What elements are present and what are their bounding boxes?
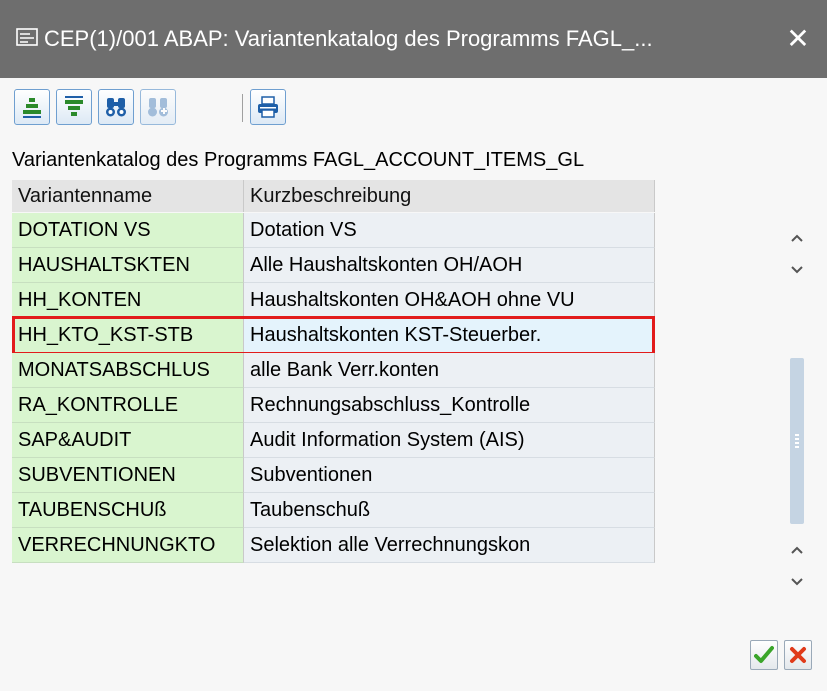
variant-name-cell[interactable]: RA_KONTROLLE (12, 388, 244, 423)
sort-ascending-button[interactable] (14, 89, 50, 125)
description-cell[interactable]: Haushaltskonten KST-Steuerber. (244, 318, 655, 353)
description-cell[interactable]: Rechnungsabschluss_Kontrolle (244, 388, 655, 423)
sort-descending-icon (65, 96, 83, 116)
column-header-short-description[interactable]: Kurzbeschreibung (244, 180, 655, 212)
description-cell[interactable]: Haushaltskonten OH&AOH ohne VU (244, 283, 655, 318)
title-bar: CEP(1)/001 ABAP: Variantenkatalog des Pr… (0, 0, 827, 78)
variant-name-cell[interactable]: MONATSABSCHLUS (12, 353, 244, 388)
description-cell[interactable]: alle Bank Verr.konten (244, 353, 655, 388)
find-button[interactable] (98, 89, 134, 125)
variant-name-cell[interactable]: HH_KONTEN (12, 283, 244, 318)
variant-name-cell[interactable]: HH_KTO_KST-STB (12, 318, 244, 353)
description-cell[interactable]: Alle Haushaltskonten OH/AOH (244, 248, 655, 283)
toolbar-separator (242, 94, 243, 122)
variant-name-cell[interactable]: DOTATION VS (12, 213, 244, 248)
scroll-page-up-icon[interactable] (780, 534, 814, 564)
window-menu-icon[interactable] (16, 28, 38, 46)
window-title: CEP(1)/001 ABAP: Variantenkatalog des Pr… (44, 26, 653, 51)
sort-descending-button[interactable] (56, 89, 92, 125)
catalog-caption: Variantenkatalog des Programms FAGL_ACCO… (12, 149, 585, 171)
empty-column-area (655, 212, 783, 600)
find-icon (106, 98, 126, 117)
description-cell[interactable]: Subventionen (244, 458, 655, 493)
variant-name-cell[interactable]: VERRECHNUNGKTO (12, 528, 244, 563)
grip-icon (795, 434, 799, 448)
scroll-bottom-icon[interactable] (780, 566, 814, 596)
description-cell[interactable]: Taubenschuß (244, 493, 655, 528)
variant-name-cell[interactable]: HAUSHALTSKTEN (12, 248, 244, 283)
scroll-top-icon[interactable] (780, 222, 814, 252)
confirm-button[interactable] (750, 640, 778, 670)
toolbar (0, 78, 827, 134)
variant-name-cell[interactable]: SUBVENTIONEN (12, 458, 244, 493)
sort-ascending-icon (23, 98, 41, 118)
cancel-x-icon (790, 647, 806, 663)
description-cell[interactable]: Selektion alle Verrechnungskon (244, 528, 655, 563)
dialog-window: CEP(1)/001 ABAP: Variantenkatalog des Pr… (0, 0, 827, 691)
column-header-variant-name[interactable]: Variantenname (12, 180, 244, 212)
scroll-page-down-icon[interactable] (780, 254, 814, 284)
find-next-button[interactable] (140, 89, 176, 125)
variant-table: Variantenname Kurzbeschreibung DOTATION … (12, 180, 814, 600)
cancel-button[interactable] (784, 640, 812, 670)
find-next-icon (148, 98, 168, 117)
description-cell[interactable]: Audit Information System (AIS) (244, 423, 655, 458)
print-icon (258, 96, 278, 118)
variant-name-cell[interactable]: TAUBENSCHUß (12, 493, 244, 528)
variant-name-cell[interactable]: SAP&AUDIT (12, 423, 244, 458)
close-icon[interactable]: ✕ (783, 20, 813, 58)
vertical-scrollbar[interactable] (780, 212, 814, 612)
scrollbar-thumb[interactable] (790, 358, 804, 524)
description-cell[interactable]: Dotation VS (244, 213, 655, 248)
print-button[interactable] (250, 89, 286, 125)
checkmark-icon (754, 646, 774, 663)
